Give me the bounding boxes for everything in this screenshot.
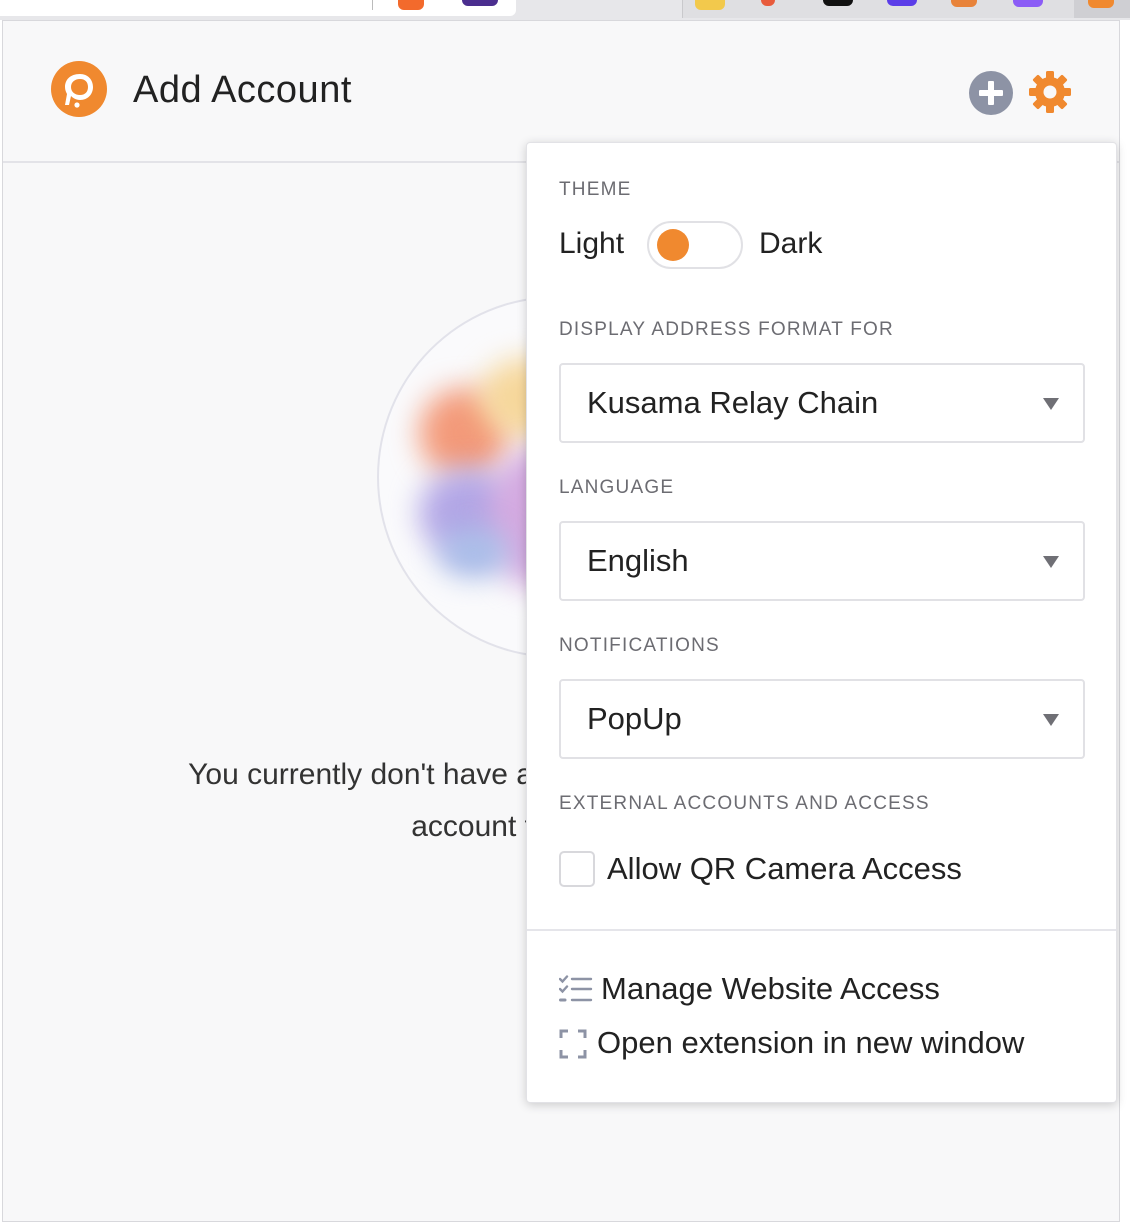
open-new-window-link[interactable]: Open extension in new window	[559, 1025, 1099, 1065]
polkadot-toolbar-icon	[1088, 0, 1114, 8]
manage-website-access-label: Manage Website Access	[601, 971, 940, 1006]
language-label: LANGUAGE	[559, 477, 675, 498]
gear-icon[interactable]	[1027, 69, 1073, 115]
notifications-value: PopUp	[587, 701, 682, 736]
extension-icon-violet[interactable]	[1013, 0, 1043, 7]
qr-camera-access-label[interactable]: Allow QR Camera Access	[607, 851, 962, 887]
language-select[interactable]: English	[559, 521, 1085, 601]
chevron-down-icon	[1043, 556, 1059, 568]
menu-divider	[527, 929, 1116, 931]
language-value: English	[587, 543, 689, 578]
browser-chrome	[0, 0, 1130, 20]
notifications-select[interactable]: PopUp	[559, 679, 1085, 759]
theme-section-label: THEME	[559, 179, 632, 200]
theme-switch-row: Light Dark	[559, 221, 959, 269]
empty-message-line1: You currently don't have a	[188, 758, 533, 791]
brave-lion-icon[interactable]	[398, 0, 424, 10]
theme-light-label: Light	[559, 227, 625, 260]
prism-icon[interactable]	[462, 0, 498, 6]
theme-toggle-knob	[657, 229, 689, 261]
extension-icon-black[interactable]	[823, 0, 853, 6]
page-title: Add Account	[133, 69, 352, 111]
checklist-icon	[558, 975, 593, 1010]
address-format-select[interactable]: Kusama Relay Chain	[559, 363, 1085, 443]
extension-icon-red[interactable]	[761, 0, 775, 6]
chevron-down-icon	[1043, 398, 1059, 410]
empty-accounts-message: You currently don't have a account t	[143, 749, 543, 853]
chevron-down-icon	[1043, 714, 1059, 726]
extensions-tray	[682, 0, 1130, 18]
polkadot-extension-button[interactable]	[1074, 0, 1130, 18]
theme-toggle[interactable]	[647, 221, 743, 269]
qr-camera-access-row: Allow QR Camera Access	[559, 849, 1079, 889]
empty-message-line2: account t	[411, 810, 533, 843]
address-format-value: Kusama Relay Chain	[587, 385, 879, 420]
plus-circle-icon[interactable]	[969, 71, 1013, 115]
manage-website-access-link[interactable]: Manage Website Access	[558, 971, 1099, 1011]
qr-camera-access-checkbox[interactable]	[559, 851, 595, 887]
settings-menu: THEME Light Dark DISPLAY ADDRESS FORMAT …	[526, 142, 1117, 1103]
theme-dark-label: Dark	[759, 227, 823, 260]
tab-separator	[372, 0, 373, 10]
external-access-label: EXTERNAL ACCOUNTS AND ACCESS	[559, 793, 930, 814]
browser-tab[interactable]	[0, 0, 516, 16]
extension-icon-yellow[interactable]	[695, 0, 725, 10]
open-new-window-label: Open extension in new window	[597, 1025, 1025, 1060]
extension-icon-purple[interactable]	[887, 0, 917, 6]
illustration-blob	[439, 528, 509, 578]
address-format-label: DISPLAY ADDRESS FORMAT FOR	[559, 319, 894, 340]
expand-icon	[559, 1029, 587, 1064]
metamask-icon[interactable]	[951, 0, 977, 7]
polkadot-logo-icon	[51, 61, 107, 117]
notifications-label: NOTIFICATIONS	[559, 635, 720, 656]
